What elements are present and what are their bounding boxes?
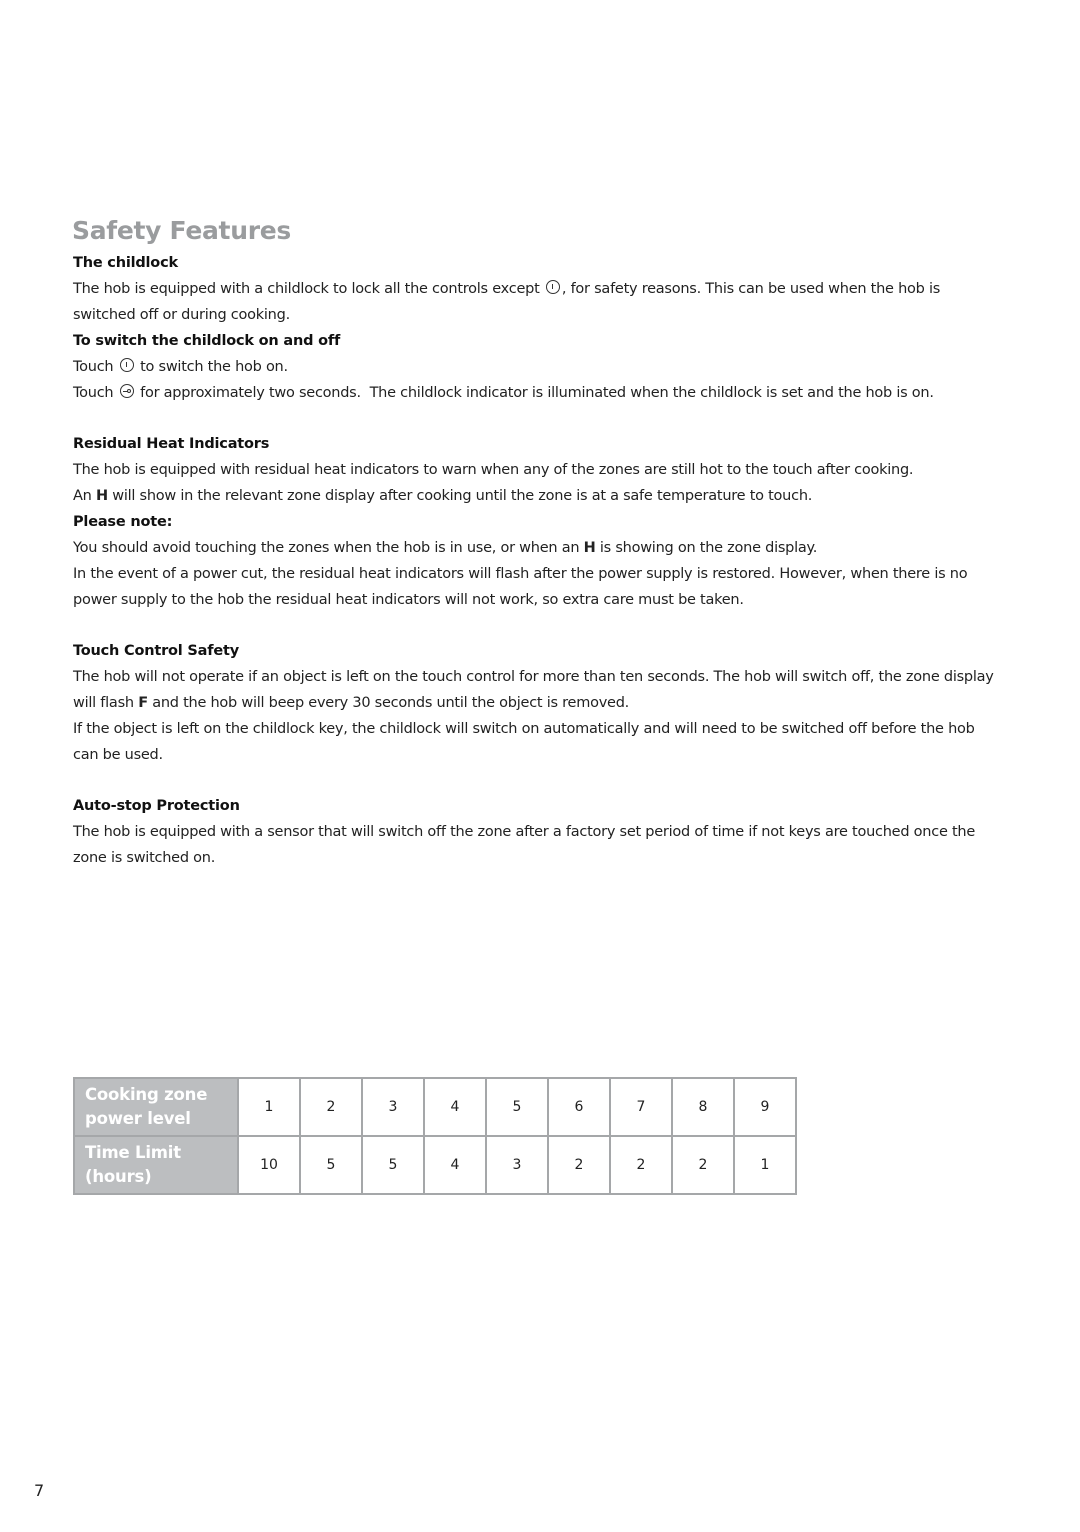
auto-stop-heading: Auto-stop Protection — [73, 798, 240, 814]
row-header-time-limit: Time Limit (hours) — [73, 1135, 239, 1195]
residual-heat-paragraph-2: An H will show in the relevant zone disp… — [73, 483, 1003, 509]
childlock-paragraph: The hob is equipped with a childlock to … — [73, 276, 1003, 328]
touch-control-paragraph-2: If the object is left on the childlock k… — [73, 721, 979, 763]
power-level-cell: 7 — [609, 1077, 673, 1137]
power-level-cell: 9 — [733, 1077, 797, 1137]
touch-control-paragraph-1: The hob will not operate if an object is… — [73, 664, 1003, 716]
bold-letter: F — [138, 695, 148, 711]
power-level-cell: 6 — [547, 1077, 611, 1137]
text: is showing on the zone display. — [595, 540, 818, 556]
page-title: Safety Features — [72, 216, 291, 245]
time-limit-table: Cooking zone power level 1 2 3 4 5 6 7 8… — [73, 1077, 797, 1195]
bold-letter: H — [95, 488, 108, 504]
touch-control-heading: Touch Control Safety — [73, 643, 239, 659]
time-limit-cell: 3 — [485, 1135, 549, 1195]
power-level-cell: 4 — [423, 1077, 487, 1137]
text: An — [73, 488, 96, 504]
power-level-cell: 5 — [485, 1077, 549, 1137]
note-paragraph-1: You should avoid touching the zones when… — [73, 535, 1003, 561]
childlock-step-2: Touch for approximately two seconds. The… — [73, 380, 1003, 406]
auto-stop-paragraph: The hob is equipped with a sensor that w… — [73, 824, 980, 866]
text: The hob is equipped with a childlock to … — [73, 281, 544, 297]
key-icon — [119, 384, 134, 398]
time-limit-row: Time Limit (hours) 10 5 5 4 3 2 2 2 1 — [73, 1135, 797, 1195]
residual-heat-paragraph-1: The hob is equipped with residual heat i… — [73, 462, 914, 478]
power-level-cell: 1 — [237, 1077, 301, 1137]
note-paragraph-2: In the event of a power cut, the residua… — [73, 566, 972, 608]
time-limit-cell: 10 — [237, 1135, 301, 1195]
row-header-power-level: Cooking zone power level — [73, 1077, 239, 1137]
childlock-switch-heading: To switch the childlock on and off — [73, 333, 341, 349]
power-icon — [119, 358, 134, 372]
time-limit-cell: 5 — [361, 1135, 425, 1195]
time-limit-cell: 1 — [733, 1135, 797, 1195]
document-body: The childlock The hob is equipped with a… — [73, 250, 1003, 871]
power-level-cell: 3 — [361, 1077, 425, 1137]
childlock-step-1: Touch to switch the hob on. — [73, 354, 1003, 380]
time-limit-cell: 2 — [671, 1135, 735, 1195]
text: to switch the hob on. — [135, 359, 288, 375]
power-level-row: Cooking zone power level 1 2 3 4 5 6 7 8… — [73, 1077, 797, 1137]
text: Touch — [73, 359, 118, 375]
power-level-cell: 2 — [299, 1077, 363, 1137]
please-note-heading: Please note: — [73, 514, 173, 530]
power-icon — [545, 280, 560, 294]
time-limit-cell: 2 — [609, 1135, 673, 1195]
text: for approximately two seconds. The child… — [135, 385, 934, 401]
residual-heat-heading: Residual Heat Indicators — [73, 436, 270, 452]
page-number: 7 — [34, 1481, 45, 1500]
time-limit-cell: 5 — [299, 1135, 363, 1195]
text: Touch — [73, 385, 118, 401]
childlock-heading: The childlock — [73, 255, 178, 271]
power-level-cell: 8 — [671, 1077, 735, 1137]
text: You should avoid touching the zones when… — [73, 540, 584, 556]
time-limit-cell: 4 — [423, 1135, 487, 1195]
bold-letter: H — [583, 540, 596, 556]
text: and the hob will beep every 30 seconds u… — [147, 695, 630, 711]
text: will show in the relevant zone display a… — [107, 488, 813, 504]
time-limit-cell: 2 — [547, 1135, 611, 1195]
